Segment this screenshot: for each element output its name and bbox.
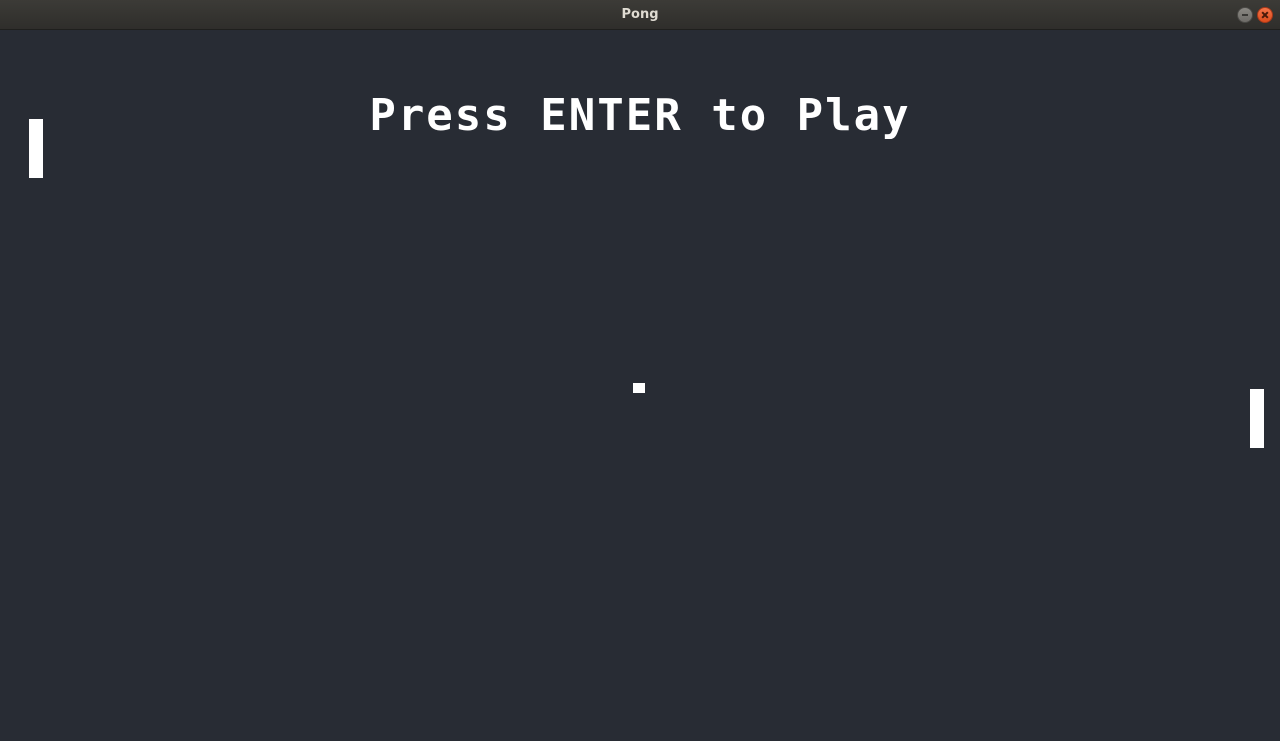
game-canvas[interactable]: Press ENTER to Play xyxy=(0,30,1280,741)
game-window: Pong Press ENTER to Play xyxy=(0,0,1280,741)
start-message: Press ENTER to Play xyxy=(369,90,911,141)
minimize-button[interactable] xyxy=(1237,7,1253,23)
left-paddle xyxy=(29,119,43,178)
title-bar[interactable]: Pong xyxy=(0,0,1280,30)
window-title: Pong xyxy=(621,7,659,22)
ball xyxy=(633,383,645,393)
right-paddle xyxy=(1250,389,1264,448)
close-button[interactable] xyxy=(1257,7,1273,23)
